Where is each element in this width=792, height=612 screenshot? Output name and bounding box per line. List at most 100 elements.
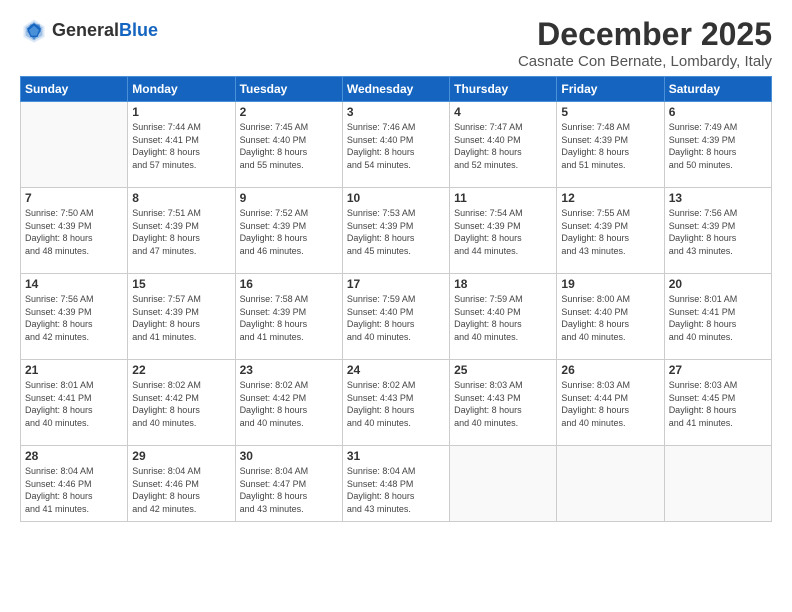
day-info: Sunrise: 7:49 AM Sunset: 4:39 PM Dayligh…	[669, 121, 767, 171]
day-info: Sunrise: 8:01 AM Sunset: 4:41 PM Dayligh…	[25, 379, 123, 429]
day-info: Sunrise: 7:53 AM Sunset: 4:39 PM Dayligh…	[347, 207, 445, 257]
table-row: 1 Sunrise: 7:44 AM Sunset: 4:41 PM Daylig…	[128, 102, 235, 188]
day-number: 11	[454, 191, 552, 205]
day-info: Sunrise: 7:45 AM Sunset: 4:40 PM Dayligh…	[240, 121, 338, 171]
day-number: 20	[669, 277, 767, 291]
day-number: 24	[347, 363, 445, 377]
day-number: 19	[561, 277, 659, 291]
table-row	[21, 102, 128, 188]
day-info: Sunrise: 7:56 AM Sunset: 4:39 PM Dayligh…	[669, 207, 767, 257]
day-number: 31	[347, 449, 445, 463]
day-info: Sunrise: 7:55 AM Sunset: 4:39 PM Dayligh…	[561, 207, 659, 257]
col-sunday: Sunday	[21, 77, 128, 102]
table-row: 15Sunrise: 7:57 AM Sunset: 4:39 PM Dayli…	[128, 274, 235, 360]
day-info: Sunrise: 7:52 AM Sunset: 4:39 PM Dayligh…	[240, 207, 338, 257]
logo: GeneralBlue	[20, 16, 158, 44]
day-number: 10	[347, 191, 445, 205]
day-info: Sunrise: 8:03 AM Sunset: 4:43 PM Dayligh…	[454, 379, 552, 429]
table-row: 8 Sunrise: 7:51 AM Sunset: 4:39 PM Daylig…	[128, 188, 235, 274]
table-row: 21 Sunrise: 8:01 AM Sunset: 4:41 PM Dayli…	[21, 360, 128, 446]
col-wednesday: Wednesday	[342, 77, 449, 102]
table-row: 25 Sunrise: 8:03 AM Sunset: 4:43 PM Dayli…	[450, 360, 557, 446]
day-number: 14	[25, 277, 123, 291]
day-info: Sunrise: 7:44 AM Sunset: 4:41 PM Dayligh…	[132, 121, 230, 171]
day-number: 7	[25, 191, 123, 205]
month-title: December 2025	[518, 16, 772, 53]
day-number: 16	[240, 277, 338, 291]
table-row: 19 Sunrise: 8:00 AM Sunset: 4:40 PM Dayli…	[557, 274, 664, 360]
title-area: December 2025 Casnate Con Bernate, Lomba…	[518, 16, 772, 70]
table-row: 26 Sunrise: 8:03 AM Sunset: 4:44 PM Dayli…	[557, 360, 664, 446]
table-row: 14 Sunrise: 7:56 AM Sunset: 4:39 PM Dayli…	[21, 274, 128, 360]
table-row: 23 Sunrise: 8:02 AM Sunset: 4:42 PM Dayli…	[235, 360, 342, 446]
table-row: 2 Sunrise: 7:45 AM Sunset: 4:40 PM Daylig…	[235, 102, 342, 188]
table-row: 16 Sunrise: 7:58 AM Sunset: 4:39 PM Dayli…	[235, 274, 342, 360]
day-info: Sunrise: 8:04 AM Sunset: 4:46 PM Dayligh…	[132, 465, 230, 515]
day-number: 8	[132, 191, 230, 205]
logo-text: GeneralBlue	[52, 20, 158, 41]
day-number: 13	[669, 191, 767, 205]
day-number: 12	[561, 191, 659, 205]
calendar-header: Sunday Monday Tuesday Wednesday Thursday…	[21, 77, 772, 102]
day-info: Sunrise: 8:03 AM Sunset: 4:45 PM Dayligh…	[669, 379, 767, 429]
day-info: Sunrise: 7:47 AM Sunset: 4:40 PM Dayligh…	[454, 121, 552, 171]
day-number: 1	[132, 105, 230, 119]
location: Casnate Con Bernate, Lombardy, Italy	[518, 53, 772, 70]
table-row: 6 Sunrise: 7:49 AM Sunset: 4:39 PM Daylig…	[664, 102, 771, 188]
table-row: 22Sunrise: 8:02 AM Sunset: 4:42 PM Dayli…	[128, 360, 235, 446]
day-info: Sunrise: 7:57 AM Sunset: 4:39 PM Dayligh…	[132, 293, 230, 343]
page-header: GeneralBlue December 2025 Casnate Con Be…	[20, 16, 772, 70]
table-row: 29 Sunrise: 8:04 AM Sunset: 4:46 PM Dayli…	[128, 446, 235, 522]
day-number: 25	[454, 363, 552, 377]
table-row: 4 Sunrise: 7:47 AM Sunset: 4:40 PM Daylig…	[450, 102, 557, 188]
day-info: Sunrise: 8:03 AM Sunset: 4:44 PM Dayligh…	[561, 379, 659, 429]
day-number: 3	[347, 105, 445, 119]
day-number: 21	[25, 363, 123, 377]
logo-general: General	[52, 20, 119, 40]
table-row: 17Sunrise: 7:59 AM Sunset: 4:40 PM Dayli…	[342, 274, 449, 360]
table-row: 5 Sunrise: 7:48 AM Sunset: 4:39 PM Daylig…	[557, 102, 664, 188]
day-info: Sunrise: 7:56 AM Sunset: 4:39 PM Dayligh…	[25, 293, 123, 343]
table-row: 18Sunrise: 7:59 AM Sunset: 4:40 PM Dayli…	[450, 274, 557, 360]
day-number: 23	[240, 363, 338, 377]
day-number: 27	[669, 363, 767, 377]
day-info: Sunrise: 8:04 AM Sunset: 4:47 PM Dayligh…	[240, 465, 338, 515]
calendar-table: Sunday Monday Tuesday Wednesday Thursday…	[20, 76, 772, 522]
day-number: 4	[454, 105, 552, 119]
table-row: 9 Sunrise: 7:52 AM Sunset: 4:39 PM Daylig…	[235, 188, 342, 274]
table-row	[557, 446, 664, 522]
logo-blue: Blue	[119, 20, 158, 40]
day-number: 6	[669, 105, 767, 119]
col-thursday: Thursday	[450, 77, 557, 102]
day-number: 29	[132, 449, 230, 463]
col-saturday: Saturday	[664, 77, 771, 102]
day-info: Sunrise: 8:04 AM Sunset: 4:46 PM Dayligh…	[25, 465, 123, 515]
table-row: 13 Sunrise: 7:56 AM Sunset: 4:39 PM Dayli…	[664, 188, 771, 274]
day-info: Sunrise: 7:48 AM Sunset: 4:39 PM Dayligh…	[561, 121, 659, 171]
table-row: 24Sunrise: 8:02 AM Sunset: 4:43 PM Dayli…	[342, 360, 449, 446]
header-row: Sunday Monday Tuesday Wednesday Thursday…	[21, 77, 772, 102]
day-number: 9	[240, 191, 338, 205]
day-number: 30	[240, 449, 338, 463]
table-row: 11Sunrise: 7:54 AM Sunset: 4:39 PM Dayli…	[450, 188, 557, 274]
day-info: Sunrise: 8:00 AM Sunset: 4:40 PM Dayligh…	[561, 293, 659, 343]
day-number: 5	[561, 105, 659, 119]
day-number: 17	[347, 277, 445, 291]
day-info: Sunrise: 7:46 AM Sunset: 4:40 PM Dayligh…	[347, 121, 445, 171]
day-number: 2	[240, 105, 338, 119]
day-info: Sunrise: 7:59 AM Sunset: 4:40 PM Dayligh…	[454, 293, 552, 343]
day-info: Sunrise: 7:58 AM Sunset: 4:39 PM Dayligh…	[240, 293, 338, 343]
table-row: 20Sunrise: 8:01 AM Sunset: 4:41 PM Dayli…	[664, 274, 771, 360]
day-number: 26	[561, 363, 659, 377]
day-info: Sunrise: 7:51 AM Sunset: 4:39 PM Dayligh…	[132, 207, 230, 257]
table-row: 31 Sunrise: 8:04 AM Sunset: 4:48 PM Dayli…	[342, 446, 449, 522]
table-row: 3 Sunrise: 7:46 AM Sunset: 4:40 PM Daylig…	[342, 102, 449, 188]
day-number: 28	[25, 449, 123, 463]
day-info: Sunrise: 8:02 AM Sunset: 4:42 PM Dayligh…	[240, 379, 338, 429]
table-row	[664, 446, 771, 522]
table-row: 30 Sunrise: 8:04 AM Sunset: 4:47 PM Dayli…	[235, 446, 342, 522]
table-row: 27 Sunrise: 8:03 AM Sunset: 4:45 PM Dayli…	[664, 360, 771, 446]
day-info: Sunrise: 8:04 AM Sunset: 4:48 PM Dayligh…	[347, 465, 445, 515]
col-friday: Friday	[557, 77, 664, 102]
table-row: 7Sunrise: 7:50 AM Sunset: 4:39 PM Daylig…	[21, 188, 128, 274]
